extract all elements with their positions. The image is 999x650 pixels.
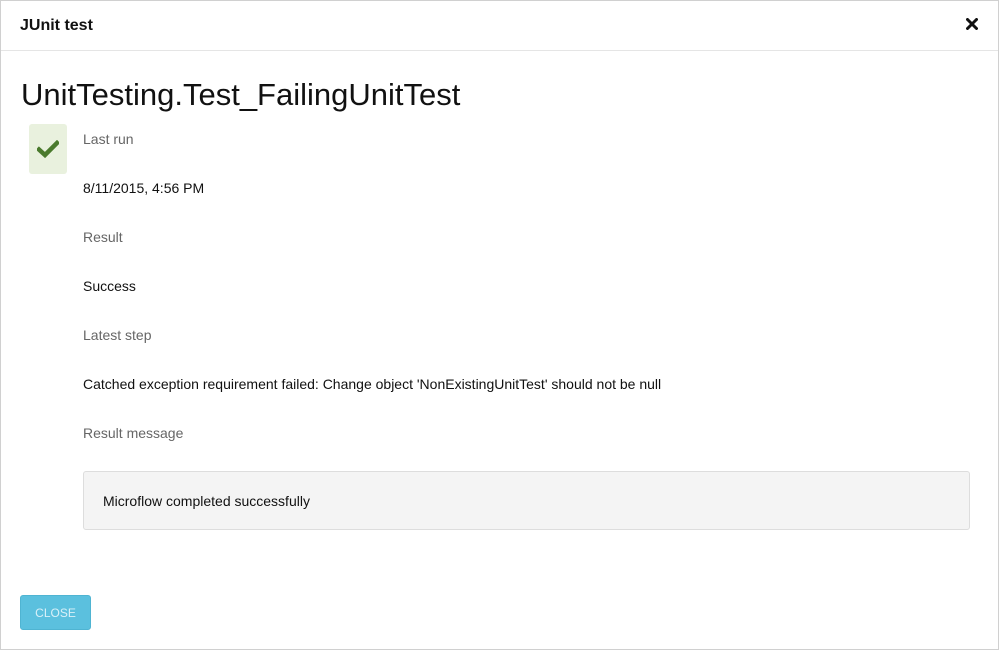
latest-step-value: Catched exception requirement failed: Ch…: [83, 376, 662, 392]
close-button[interactable]: CLOSE: [20, 595, 91, 630]
close-icon-glyph: [966, 17, 978, 30]
result-message-label: Result message: [83, 425, 184, 441]
status-indicator: [29, 124, 67, 174]
result-message-box: Microflow completed successfully: [83, 471, 970, 530]
last-run-label: Last run: [83, 131, 134, 147]
test-details: Last run 8/11/2015, 4:56 PM Result Succe…: [21, 124, 970, 530]
test-name-heading: UnitTesting.Test_FailingUnitTest: [21, 77, 461, 112]
dialog-header: JUnit test: [1, 1, 998, 51]
close-icon[interactable]: [966, 15, 978, 33]
last-run-value: 8/11/2015, 4:56 PM: [83, 180, 205, 196]
dialog-body: UnitTesting.Test_FailingUnitTest Last ru…: [1, 78, 998, 530]
check-icon: [37, 140, 59, 158]
result-message-value: Microflow completed successfully: [103, 492, 310, 509]
dialog-title: JUnit test: [20, 16, 93, 34]
junit-test-dialog: JUnit test UnitTesting.Test_FailingUnitT…: [0, 0, 999, 650]
result-value: Success: [83, 278, 136, 294]
test-fields: Last run 8/11/2015, 4:56 PM Result Succe…: [83, 124, 970, 530]
result-label: Result: [83, 229, 123, 245]
latest-step-label: Latest step: [83, 327, 152, 343]
